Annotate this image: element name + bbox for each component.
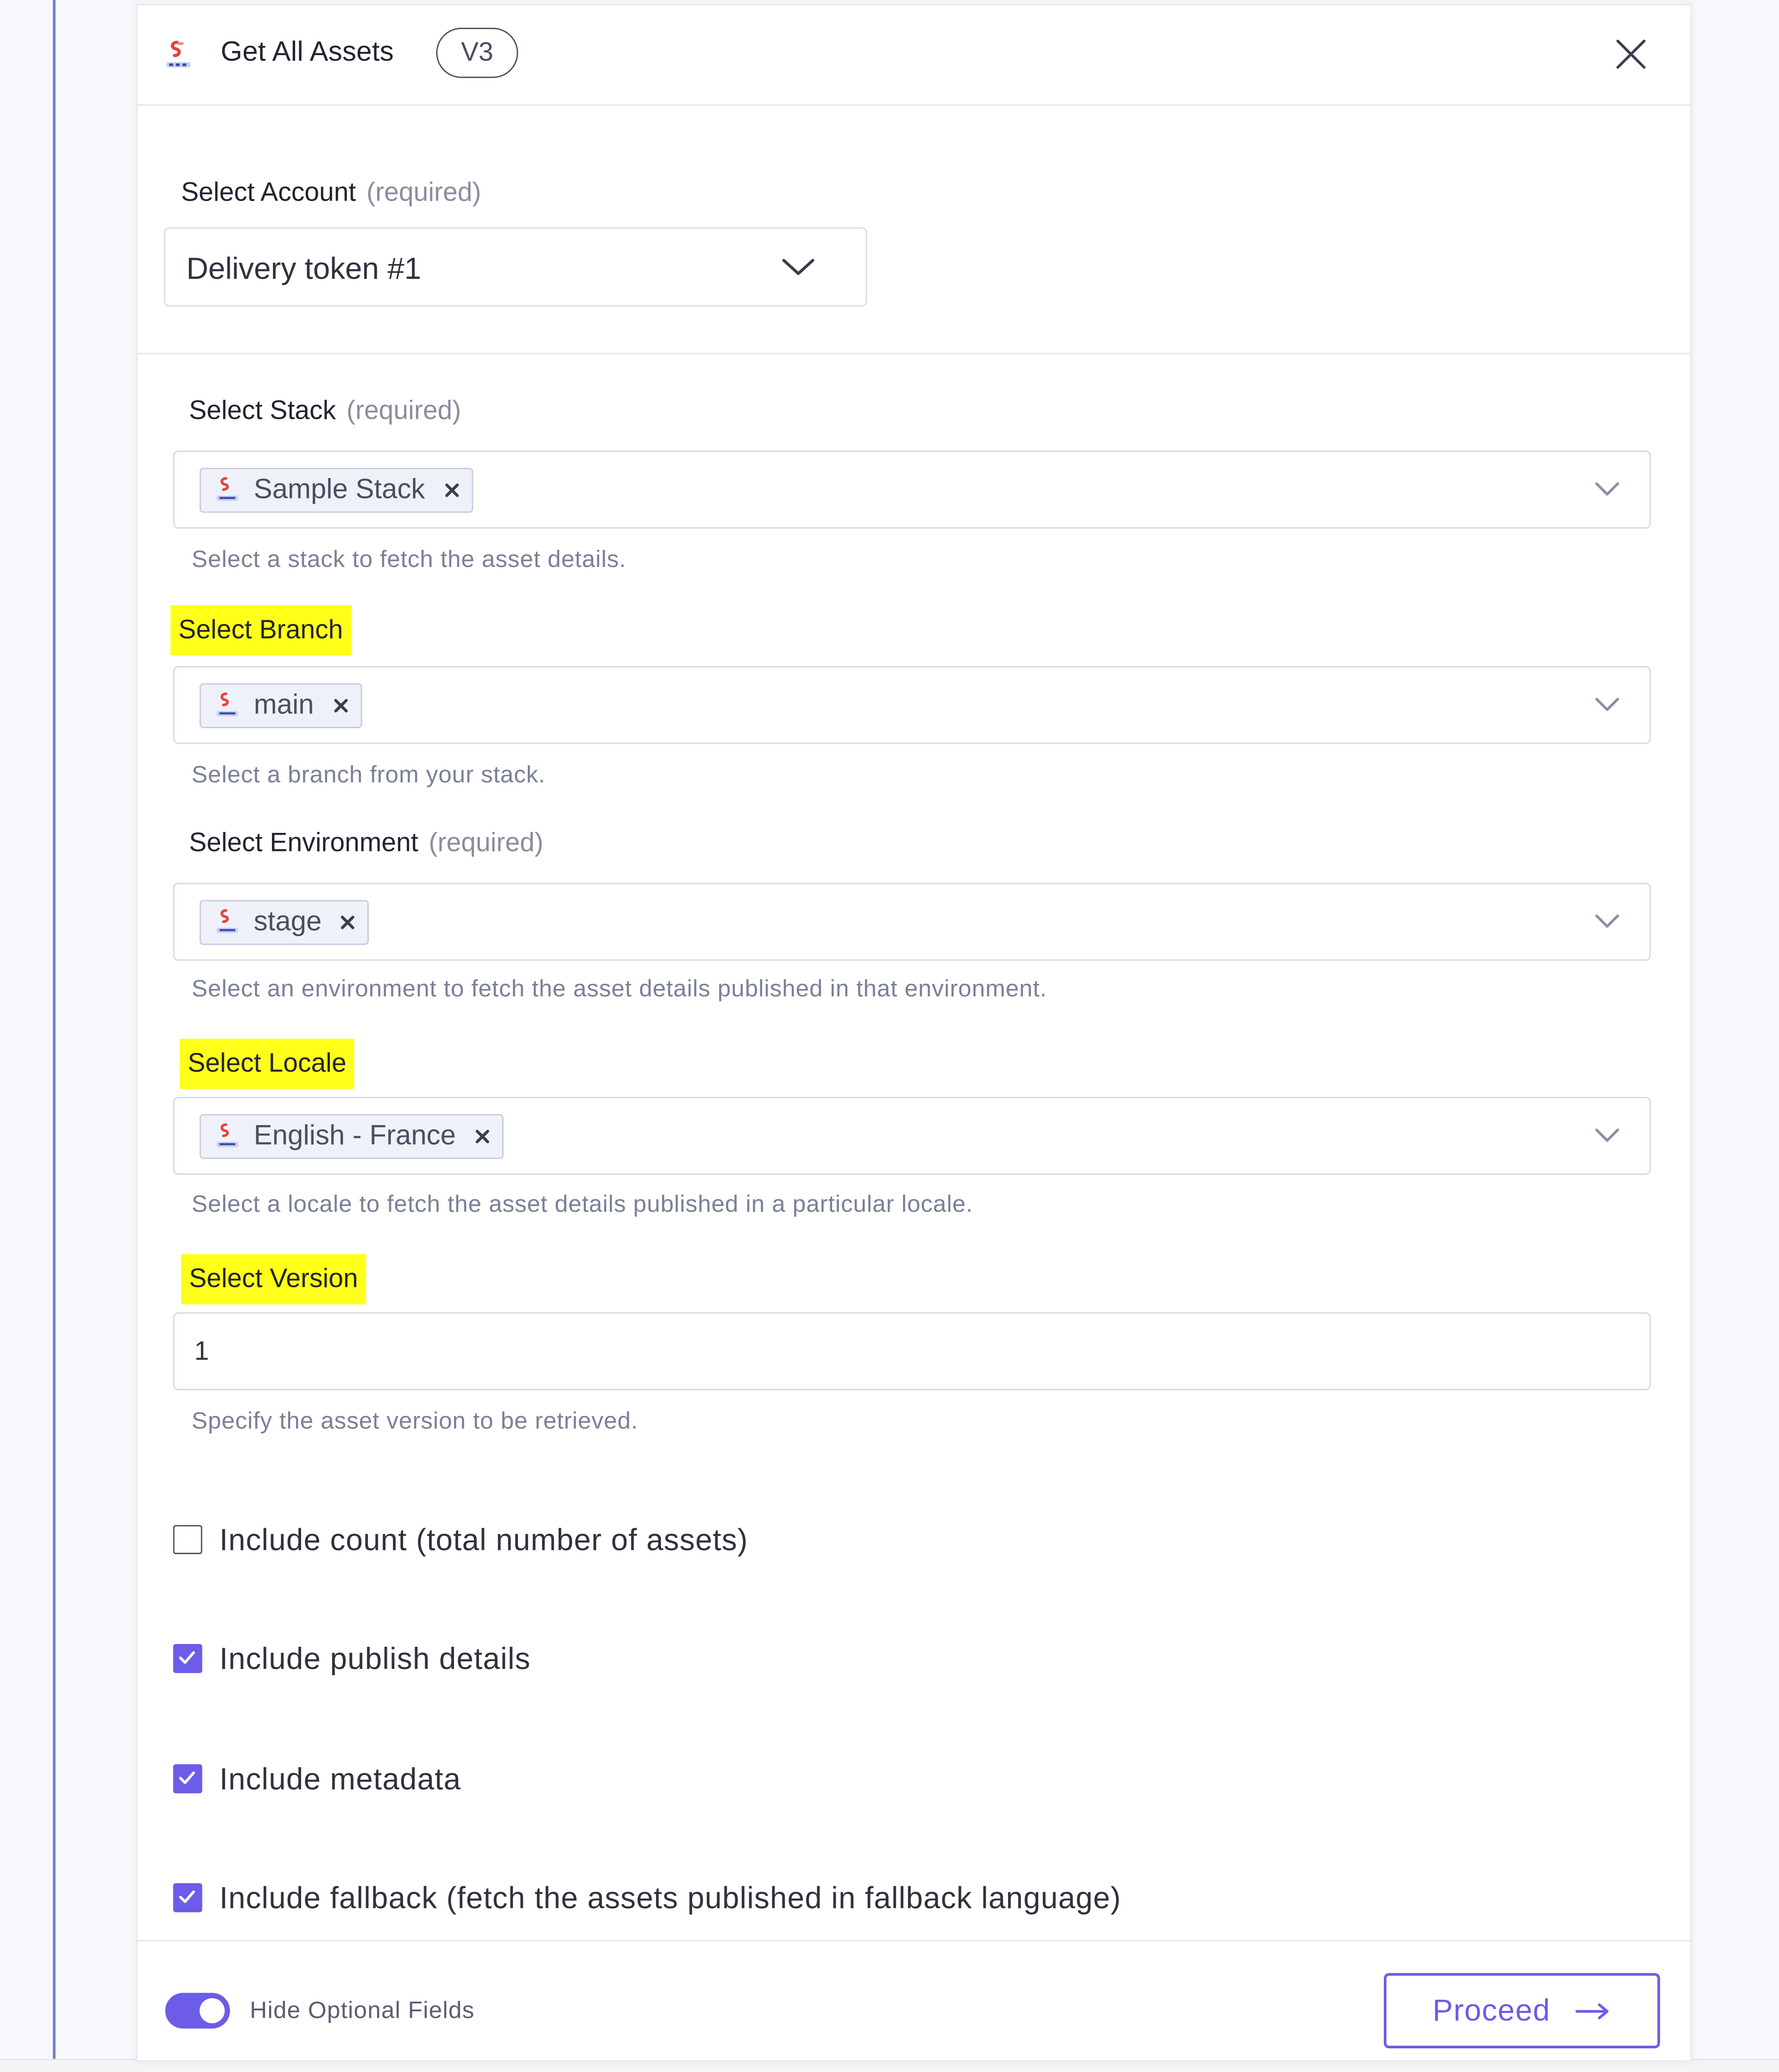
include-metadata-label: Include metadata — [219, 1761, 461, 1795]
version-input[interactable]: 1 — [173, 1312, 1651, 1391]
branch-help-text: Select a branch from your stack. — [191, 761, 546, 788]
environment-select[interactable]: stage — [173, 882, 1651, 961]
chevron-down-icon — [1595, 698, 1619, 711]
chevron-down-icon — [1595, 914, 1619, 928]
remove-x-icon[interactable] — [473, 1127, 492, 1146]
branch-label: Select Branch — [170, 605, 351, 656]
include-fallback-option[interactable]: Include fallback (fetch the assets publi… — [173, 1880, 1122, 1915]
include-publish-details-option[interactable]: Include publish details — [173, 1641, 531, 1675]
account-value: Delivery token #1 — [186, 251, 422, 286]
remove-x-icon[interactable] — [442, 481, 461, 499]
panel-header: Get All Assets V3 — [137, 5, 1691, 106]
contentstack-logo-icon — [216, 477, 238, 501]
locale-help-text: Select a locale to fetch the asset detai… — [191, 1190, 973, 1217]
required-note: (required) — [366, 178, 481, 208]
environment-chip: stage — [199, 900, 370, 945]
hide-optional-fields-toggle[interactable] — [165, 1993, 230, 2029]
left-rail — [53, 0, 56, 2059]
chevron-down-icon — [782, 258, 814, 275]
get-all-assets-panel: Get All Assets V3 Select Account (require… — [136, 4, 1692, 2062]
stack-chip-label: Sample Stack — [253, 474, 425, 505]
branch-select[interactable]: main — [173, 666, 1651, 744]
proceed-button[interactable]: Proceed — [1383, 1973, 1660, 2048]
environment-chip-label: stage — [253, 907, 322, 937]
contentstack-logo-icon — [216, 692, 238, 717]
locale-label: Select Locale — [179, 1039, 354, 1089]
include-count-label: Include count (total number of assets) — [219, 1522, 748, 1556]
checkmark-icon — [179, 1771, 195, 1784]
toggle-knob — [199, 1998, 225, 2023]
chevron-down-icon — [1595, 482, 1619, 496]
remove-x-icon[interactable] — [331, 696, 350, 715]
close-icon[interactable] — [1611, 34, 1651, 74]
contentstack-logo-icon — [216, 909, 238, 933]
include-metadata-checkbox[interactable] — [173, 1764, 202, 1794]
include-count-option[interactable]: Include count (total number of assets) — [173, 1522, 748, 1557]
required-note: (required) — [346, 396, 461, 426]
include-fallback-label: Include fallback (fetch the assets publi… — [219, 1880, 1122, 1915]
panel-title: Get All Assets — [221, 37, 394, 68]
version-badge: V3 — [436, 27, 518, 78]
account-section: Select Account (required) Delivery token … — [137, 106, 1691, 354]
include-publish-details-label: Include publish details — [219, 1640, 531, 1675]
branch-chip: main — [199, 683, 362, 728]
stack-chip: Sample Stack — [199, 467, 473, 513]
panel-footer: Hide Optional Fields Proceed — [137, 1940, 1691, 2061]
stack-select[interactable]: Sample Stack — [173, 450, 1651, 529]
include-count-checkbox[interactable] — [173, 1525, 202, 1555]
proceed-label: Proceed — [1432, 1993, 1551, 2028]
stack-help-text: Select a stack to fetch the asset detail… — [191, 546, 626, 573]
hide-optional-fields-label: Hide Optional Fields — [250, 1996, 475, 2023]
contentstack-logo-icon — [216, 1123, 238, 1147]
include-metadata-option[interactable]: Include metadata — [173, 1761, 461, 1796]
environment-label: Select Environment (required) — [189, 828, 543, 858]
account-label: Select Account (required) — [181, 178, 481, 208]
locale-chip-label: English - France — [253, 1121, 456, 1151]
stack-label: Select Stack (required) — [189, 396, 461, 426]
version-help-text: Specify the asset version to be retrieve… — [191, 1407, 638, 1434]
chevron-down-icon — [1595, 1128, 1619, 1142]
include-fallback-checkbox[interactable] — [173, 1883, 202, 1913]
account-select[interactable]: Delivery token #1 — [164, 227, 867, 307]
include-publish-details-checkbox[interactable] — [173, 1644, 202, 1673]
locale-chip: English - France — [199, 1114, 504, 1159]
required-note: (required) — [429, 828, 543, 858]
version-label: Select Version — [181, 1254, 366, 1304]
checkmark-icon — [179, 1890, 195, 1903]
contentstack-logo-icon — [166, 40, 190, 68]
version-value: 1 — [194, 1337, 209, 1367]
remove-x-icon[interactable] — [339, 913, 357, 932]
branch-chip-label: main — [253, 690, 314, 720]
checkmark-icon — [179, 1651, 195, 1664]
arrow-right-icon — [1575, 2003, 1609, 2019]
locale-select[interactable]: English - France — [173, 1096, 1651, 1175]
environment-help-text: Select an environment to fetch the asset… — [191, 975, 1047, 1002]
